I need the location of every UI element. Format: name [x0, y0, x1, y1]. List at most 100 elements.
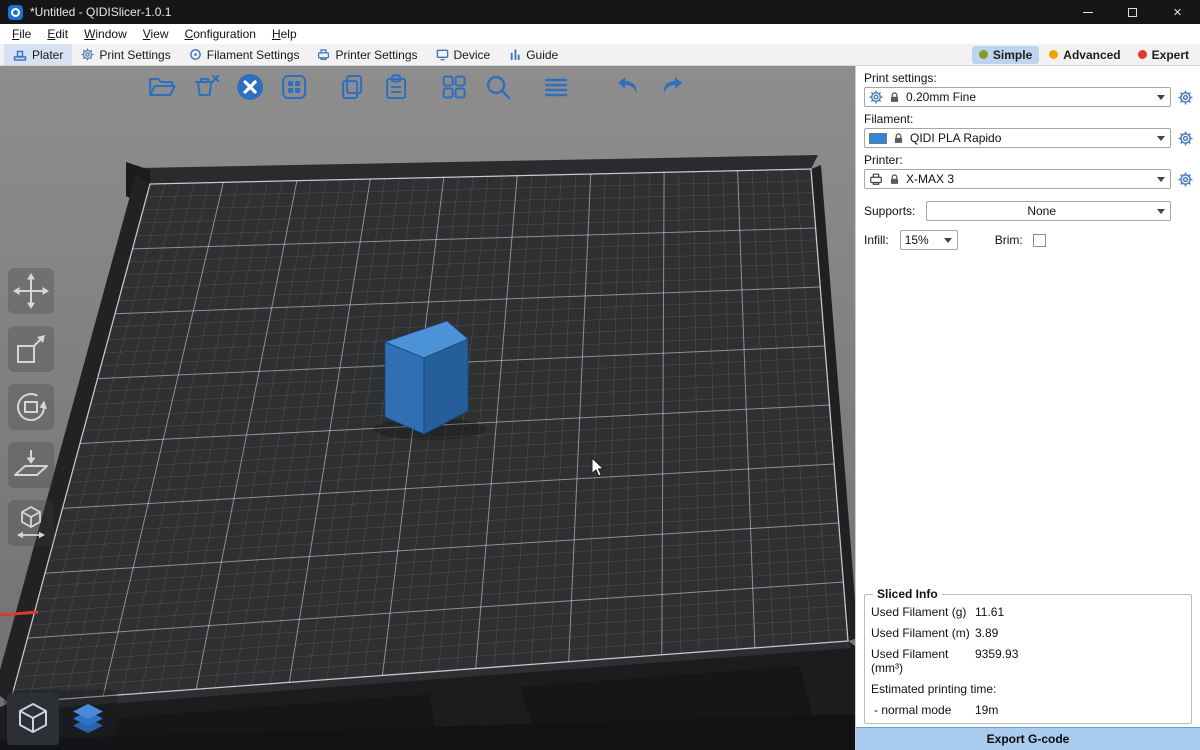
device-icon	[436, 48, 449, 61]
close-button[interactable]: ✕	[1155, 0, 1200, 24]
mode-expert[interactable]: Expert	[1131, 46, 1196, 64]
supports-label: Supports:	[864, 204, 915, 218]
mode-advanced[interactable]: Advanced	[1042, 46, 1127, 64]
printer-label: Printer:	[864, 153, 1192, 167]
used-filament-g-label: Used Filament (g)	[871, 605, 975, 619]
sidebar: Print settings: 0.20mm Fine Filament: QI…	[855, 66, 1200, 750]
gear-icon	[1178, 90, 1193, 105]
filament-gear-button[interactable]	[1176, 129, 1194, 147]
move-tool-button[interactable]	[8, 268, 54, 314]
window-title: *Untitled - QIDISlicer-1.0.1	[30, 5, 171, 19]
menu-help[interactable]: Help	[264, 25, 305, 43]
undo-button[interactable]	[611, 70, 645, 104]
split-icon	[439, 72, 469, 102]
print-settings-icon	[81, 48, 94, 61]
menu-window[interactable]: Window	[76, 25, 135, 43]
printer-settings-icon	[317, 48, 330, 61]
menu-configuration[interactable]: Configuration	[177, 25, 264, 43]
printer-gear-button[interactable]	[1176, 170, 1194, 188]
supports-select[interactable]: None	[926, 201, 1171, 221]
infill-select[interactable]: 15%	[900, 230, 958, 250]
sliced-info-title: Sliced Info	[873, 587, 942, 601]
tab-label: Device	[454, 48, 491, 62]
measure-icon	[11, 503, 51, 543]
mode-switcher: Simple Advanced Expert	[972, 44, 1196, 65]
mode-simple-dot	[979, 50, 988, 59]
paste-button[interactable]	[379, 70, 413, 104]
delete-all-button[interactable]	[233, 70, 267, 104]
tab-print-settings[interactable]: Print Settings	[72, 44, 179, 65]
delete-button[interactable]	[189, 70, 223, 104]
used-filament-g-value: 11.61	[975, 605, 1185, 619]
model-cube[interactable]	[385, 321, 468, 434]
copy-button[interactable]	[335, 70, 369, 104]
lock-icon	[892, 132, 905, 145]
paste-icon	[381, 72, 411, 102]
tab-filament-settings[interactable]: Filament Settings	[180, 44, 309, 65]
variable-layer-height-icon	[541, 72, 571, 102]
filament-label: Filament:	[864, 112, 1192, 126]
tab-device[interactable]: Device	[427, 44, 500, 65]
delete-icon	[191, 72, 221, 102]
split-button[interactable]	[437, 70, 471, 104]
place-on-face-tool-button[interactable]	[8, 442, 54, 488]
mode-expert-dot	[1138, 50, 1147, 59]
mode-simple[interactable]: Simple	[972, 46, 1039, 64]
arrange-button[interactable]	[277, 70, 311, 104]
brim-checkbox[interactable]	[1033, 234, 1046, 247]
tab-guide[interactable]: Guide	[499, 44, 567, 65]
print-settings-value: 0.20mm Fine	[906, 90, 1152, 104]
chevron-down-icon	[1157, 95, 1165, 100]
lock-icon	[888, 91, 901, 104]
rotate-icon	[11, 387, 51, 427]
rotate-tool-button[interactable]	[8, 384, 54, 430]
maximize-button[interactable]	[1110, 0, 1155, 24]
scale-tool-button[interactable]	[8, 326, 54, 372]
tab-plater[interactable]: Plater	[4, 44, 72, 65]
layers-button[interactable]	[539, 70, 573, 104]
tab-label: Guide	[526, 48, 558, 62]
export-gcode-button[interactable]: Export G-code	[856, 727, 1200, 750]
redo-button[interactable]	[655, 70, 689, 104]
infill-label: Infill:	[864, 233, 889, 247]
chevron-down-icon	[944, 238, 952, 243]
print-settings-gear-button[interactable]	[1176, 88, 1194, 106]
guide-icon	[508, 48, 521, 61]
menu-edit[interactable]: Edit	[39, 25, 76, 43]
layers-stack-icon	[70, 701, 106, 737]
supports-value: None	[931, 204, 1152, 218]
move-icon	[11, 271, 51, 311]
lock-icon	[888, 173, 901, 186]
sliced-info-panel: Sliced Info Used Filament (g) 11.61 Used…	[864, 594, 1192, 724]
preview-layers-button[interactable]	[62, 693, 114, 745]
minimize-button[interactable]	[1065, 0, 1110, 24]
gear-icon	[1178, 172, 1193, 187]
search-button[interactable]	[481, 70, 515, 104]
plater-icon	[13, 48, 27, 62]
open-folder-icon	[147, 72, 177, 102]
mode-advanced-dot	[1049, 50, 1058, 59]
app-logo-icon	[8, 5, 23, 20]
view-switch	[4, 690, 117, 748]
place-on-face-icon	[11, 445, 51, 485]
filament-select[interactable]: QIDI PLA Rapido	[864, 128, 1171, 148]
used-filament-mm3-label: Used Filament (mm³)	[871, 647, 975, 675]
printing-time-label: Estimated printing time:	[871, 682, 1185, 696]
chevron-down-icon	[1157, 136, 1165, 141]
maximize-icon	[1128, 8, 1137, 17]
print-settings-select[interactable]: 0.20mm Fine	[864, 87, 1171, 107]
printer-select[interactable]: X-MAX 3	[864, 169, 1171, 189]
left-toolbar	[8, 268, 54, 546]
used-filament-mm3-value: 9359.93	[975, 647, 1185, 675]
tab-label: Filament Settings	[207, 48, 300, 62]
scene-canvas[interactable]	[0, 66, 855, 750]
menu-view[interactable]: View	[135, 25, 177, 43]
brim-label: Brim:	[995, 233, 1023, 247]
open-button[interactable]	[145, 70, 179, 104]
viewport-3d[interactable]	[0, 66, 855, 750]
mode-label: Simple	[993, 48, 1032, 62]
3d-view-button[interactable]	[7, 693, 59, 745]
tab-printer-settings[interactable]: Printer Settings	[308, 44, 426, 65]
measure-tool-button[interactable]	[8, 500, 54, 546]
menu-file[interactable]: File	[4, 25, 39, 43]
